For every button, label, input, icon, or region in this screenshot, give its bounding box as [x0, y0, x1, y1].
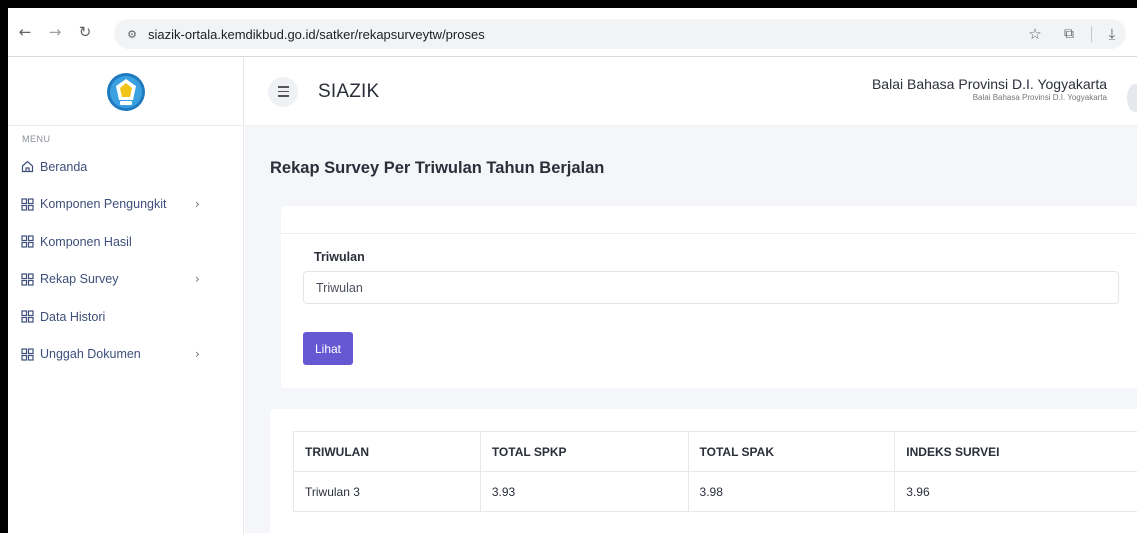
menu-section-title: MENU: [22, 134, 51, 144]
sidebar-item-label: Rekap Survey: [40, 272, 119, 287]
card-header: [281, 206, 1137, 234]
table-cell: Triwulan 3: [293, 471, 481, 512]
home-icon: [21, 160, 34, 173]
grid-icon: [21, 198, 34, 211]
reload-icon[interactable]: ↻: [74, 21, 96, 43]
chevron-right-icon: ›: [195, 272, 200, 287]
chevron-right-icon: ›: [195, 347, 200, 362]
user-name: Balai Bahasa Provinsi D.I. Yogyakarta: [871, 76, 1107, 92]
download-icon[interactable]: ⤓: [1102, 25, 1122, 43]
star-icon[interactable]: ☆: [1025, 25, 1045, 43]
browser-toolbar: ← → ↻ ⚙ siazik-ortala.kemdikbud.go.id/sa…: [8, 8, 1137, 57]
avatar[interactable]: [1127, 84, 1137, 112]
logo-area: [8, 58, 243, 126]
sidebar-item-label: Data Histori: [40, 309, 106, 324]
address-bar[interactable]: ⚙ siazik-ortala.kemdikbud.go.id/satker/r…: [114, 19, 1126, 49]
table-cell: 3.93: [479, 471, 689, 512]
sidebar-item-label: Beranda: [40, 159, 88, 174]
extensions-icon[interactable]: ⧉: [1059, 26, 1079, 42]
sidebar-item-label: Unggah Dokumen: [40, 347, 141, 362]
sidebar: MENU Beranda Komponen Pengungkit › Kompo…: [8, 58, 244, 533]
browser-window: ← → ↻ ⚙ siazik-ortala.kemdikbud.go.id/sa…: [8, 8, 1137, 533]
grid-icon: [21, 348, 34, 361]
sidebar-item-komponen-hasil[interactable]: Komponen Hasil: [8, 223, 243, 261]
hamburger-icon: [277, 85, 289, 99]
grid-icon: [21, 273, 34, 286]
table-row: Triwulan 3 3.93 3.98 3.96: [293, 471, 1137, 512]
main-content: SIAZIK Balai Bahasa Provinsi D.I. Yogyak…: [245, 58, 1137, 533]
hamburger-menu-button[interactable]: [268, 76, 298, 107]
lihat-button[interactable]: Lihat: [303, 332, 353, 365]
chevron-right-icon: ›: [195, 197, 200, 212]
user-subtitle: Balai Bahasa Provinsi D.I. Yogyakarta: [972, 93, 1107, 102]
grid-icon: [21, 310, 34, 323]
table-header-row: TRIWULAN TOTAL SPKP TOTAL SPAK INDEKS SU…: [293, 431, 1137, 472]
sidebar-item-data-histori[interactable]: Data Histori: [8, 298, 243, 336]
results-table: TRIWULAN TOTAL SPKP TOTAL SPAK INDEKS SU…: [293, 431, 1137, 512]
sidebar-item-rekap-survey[interactable]: Rekap Survey ›: [8, 261, 243, 299]
page-title: Rekap Survey Per Triwulan Tahun Berjalan: [270, 159, 605, 177]
toolbar-divider: [1091, 26, 1092, 42]
column-header: TOTAL SPKP: [479, 431, 689, 472]
table-cell: 3.98: [687, 471, 896, 512]
table-cell: 3.96: [894, 471, 1137, 512]
app-title: SIAZIK: [318, 80, 380, 102]
back-icon[interactable]: ←: [14, 21, 36, 43]
sidebar-item-label: Komponen Hasil: [40, 234, 132, 249]
site-settings-icon[interactable]: ⚙: [124, 26, 140, 42]
triwulan-label: Triwulan: [314, 250, 365, 264]
sidebar-item-komponen-pengungkit[interactable]: Komponen Pengungkit ›: [8, 186, 243, 224]
grid-icon: [21, 235, 34, 248]
kemdikbud-logo[interactable]: [106, 72, 146, 112]
forward-icon[interactable]: →: [44, 21, 66, 43]
column-header: TOTAL SPAK: [687, 431, 896, 472]
filter-card: Triwulan Triwulan Lihat: [281, 206, 1137, 388]
user-profile[interactable]: Balai Bahasa Provinsi D.I. Yogyakarta Ba…: [872, 76, 1107, 102]
url-text[interactable]: siazik-ortala.kemdikbud.go.id/satker/rek…: [148, 27, 485, 42]
sidebar-item-beranda[interactable]: Beranda: [8, 148, 243, 186]
sidebar-item-label: Komponen Pengungkit: [40, 197, 167, 212]
results-card: TRIWULAN TOTAL SPKP TOTAL SPAK INDEKS SU…: [270, 409, 1137, 533]
column-header: TRIWULAN: [293, 431, 481, 472]
column-header: INDEKS SURVEI: [894, 431, 1137, 472]
sidebar-item-unggah-dokumen[interactable]: Unggah Dokumen ›: [8, 336, 243, 374]
triwulan-select[interactable]: Triwulan: [303, 271, 1119, 304]
app-container: MENU Beranda Komponen Pengungkit › Kompo…: [8, 58, 1137, 533]
top-header: SIAZIK Balai Bahasa Provinsi D.I. Yogyak…: [245, 58, 1137, 126]
